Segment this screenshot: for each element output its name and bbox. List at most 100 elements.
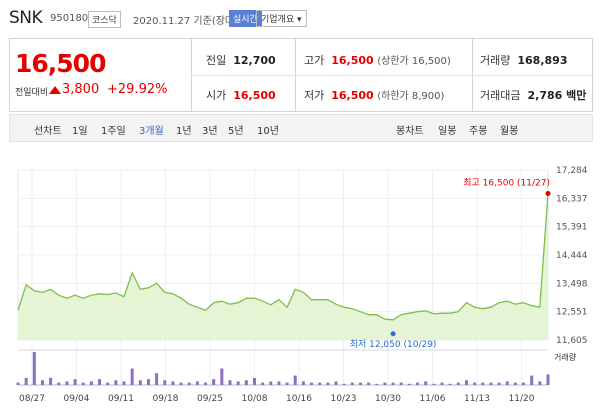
volume-bar [481,382,485,385]
volume-bar [236,381,240,385]
volume: 거래량 168,893 [480,54,568,67]
volume-bar [375,383,379,385]
tab-1d[interactable]: 1일 [72,122,88,137]
prev-close: 전일 12,700 [206,54,276,67]
volume-bar [522,382,526,385]
high-price: 고가 16,500 (상한가 16,500) [304,54,451,67]
volume-bar [424,381,428,385]
volume-bar [350,382,354,385]
y-tick-label: 12,551 [556,308,588,318]
volume-bar [407,383,411,385]
x-tick-label: 10/08 [242,394,268,404]
x-tick-label: 08/27 [19,394,45,404]
volume-bar [530,375,534,385]
stock-header: SNK 950180 코스닥 2020.11.27 기준(장마감) 실시간 기업… [0,0,600,36]
volume-bar [179,382,183,385]
volume-bar [489,382,493,385]
change-amount: 3,800 [62,82,100,97]
volume-bar [155,373,159,385]
volume-bar [448,383,452,385]
y-tick-label: 16,337 [556,194,588,204]
volume-bar [40,380,44,385]
volume-bar [252,377,256,385]
volume-bar [146,379,150,385]
volume-bar [464,380,468,385]
x-tick-label: 11/06 [420,394,446,404]
volume-bar [513,382,517,385]
tab-3m[interactable]: 3개월 [139,122,164,137]
volume-bar [301,381,305,385]
volume-bar [228,380,232,385]
volume-bar [130,368,134,385]
y-tick-label: 17,284 [556,166,588,176]
change-percent: +29.92% [107,82,168,97]
volume-bar [293,375,297,385]
volume-bar [326,382,330,385]
y-tick-label: 13,498 [556,279,588,289]
x-tick-label: 11/20 [509,394,535,404]
low-price: 저가 16,500 (하한가 8,900) [304,89,445,102]
candle-chart-label: 봉차트 [396,126,424,137]
tab-1w[interactable]: 1주일 [101,122,126,137]
volume-bar [538,381,542,385]
tab-daily[interactable]: 일봉 [438,122,456,137]
volume-bar [114,380,118,385]
volume-bar [318,382,322,385]
volume-bar [98,379,102,385]
volume-bar [432,383,436,385]
change-label: 전일대비 [15,88,49,98]
stock-name: SNK [9,8,43,28]
volume-bar [89,381,93,385]
x-tick-label: 09/18 [153,394,179,404]
volume-label: 거래량 [554,352,577,362]
x-tick-label: 11/13 [464,394,490,404]
volume-bar [261,382,265,385]
corp-info-dropdown[interactable]: 기업개요 ▾ [256,10,307,27]
volume-bar [391,382,395,385]
low-marker [390,331,396,337]
volume-bar [65,381,69,385]
y-tick-label: 15,391 [556,223,588,233]
tab-10y[interactable]: 10년 [257,122,279,137]
tab-1y[interactable]: 1년 [176,122,192,137]
market-badge: 코스닥 [88,11,121,28]
volume-bar [138,380,142,385]
volume-bar [269,381,273,385]
y-tick-label: 11,605 [556,336,588,346]
price-chart: 17,284 16,337 15,391 14,444 13,498 12,551 11,6… [16,166,588,404]
tab-monthly[interactable]: 월봉 [500,122,518,137]
current-price: 16,500 [15,49,106,78]
volume-bar [505,381,509,385]
volume-bar [195,381,199,385]
volume-bar [473,382,477,385]
tab-5y[interactable]: 5년 [228,122,244,137]
x-tick-label: 10/23 [331,394,357,404]
stock-code: 950180 [50,13,89,24]
open-price: 시가 16,500 [206,89,276,102]
quote-panel: 16,500 전일대비 3,800 +29.92% 전일 12,700 고가 1… [9,38,593,112]
volume-bar [358,382,362,385]
volume-bar [32,352,36,385]
volume-bar [220,368,224,385]
volume-bar [416,382,420,385]
volume-bar [383,382,387,385]
volume-bar [122,381,126,385]
price-area [18,193,548,340]
volume-bar [285,382,289,385]
volume-bar [106,382,110,385]
low-label: 최저 12,050 (10/29) [350,339,437,350]
tab-3y[interactable]: 3년 [202,122,218,137]
volume-bar [440,382,444,385]
volume-bar [16,382,20,385]
volume-bar [163,380,167,385]
x-tick-label: 09/04 [64,394,90,404]
volume-bar [546,374,550,385]
volume-bar [244,380,248,385]
volume-bar [277,381,281,385]
volume-bar [342,383,346,385]
volume-bar [399,382,403,385]
x-tick-label: 09/11 [108,394,134,404]
tab-weekly[interactable]: 주봉 [469,122,487,137]
x-tick-label: 10/30 [375,394,401,404]
volume-bar [497,382,501,385]
